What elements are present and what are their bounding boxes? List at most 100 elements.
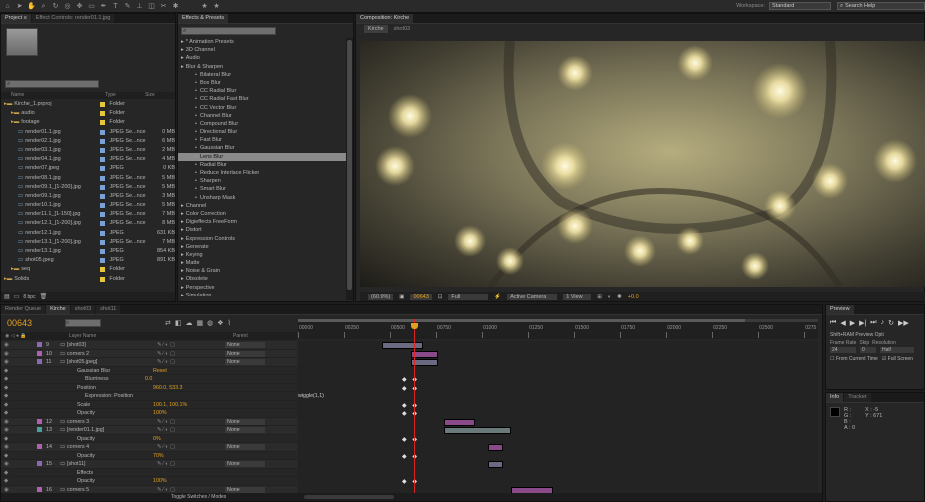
label-color[interactable] xyxy=(100,239,106,245)
interpret-icon[interactable]: ▤ xyxy=(4,293,10,300)
layer-label-color[interactable] xyxy=(37,418,42,424)
label-color[interactable] xyxy=(100,184,106,190)
disclosure-triangle-icon[interactable]: ▸ xyxy=(181,211,184,217)
label-color[interactable] xyxy=(100,138,106,144)
grid-icon[interactable]: ⊞ xyxy=(597,294,602,300)
effect-item[interactable]: ▪ Compound Blur xyxy=(178,120,346,128)
full-screen-checkbox[interactable]: ☑ Full Screen xyxy=(882,356,913,362)
property-value[interactable]: 100% xyxy=(153,477,213,486)
av-switches[interactable]: ◉ xyxy=(1,341,37,350)
layer-row[interactable]: ◉ 10 ▭ corners 2 ✎ ⁄ ◐ ▢ None xyxy=(1,349,297,359)
project-search-input[interactable]: ⌕ xyxy=(5,80,99,88)
frame-rate-select[interactable]: 24 xyxy=(830,347,856,353)
layer-duration-bar[interactable] xyxy=(443,427,512,434)
camera-tool-icon[interactable]: ◎ xyxy=(63,2,72,11)
camera-select[interactable]: Active Camera xyxy=(507,293,558,300)
folder-icon[interactable]: ▭ xyxy=(14,293,20,300)
label-color[interactable] xyxy=(100,258,106,264)
last-frame-icon[interactable]: ⏭ xyxy=(870,319,876,327)
av-switches[interactable]: ◆ xyxy=(1,409,37,418)
layer-duration-bar[interactable] xyxy=(382,342,423,349)
effect-item[interactable]: ▪ Smart Blur xyxy=(178,185,346,193)
disclosure-triangle-icon[interactable]: ▸ xyxy=(181,203,184,209)
brainstorm-icon[interactable]: ❖ xyxy=(217,319,223,327)
av-switches[interactable]: ◉ xyxy=(1,418,37,427)
layer-switches[interactable]: ✎ ⁄ ◐ ▢ xyxy=(157,418,225,427)
disclosure-triangle-icon[interactable]: ▸ xyxy=(181,227,184,233)
av-switches[interactable]: ◆ xyxy=(1,375,37,384)
composition-viewer[interactable] xyxy=(360,41,925,287)
hand-tool-icon[interactable]: ✋ xyxy=(27,2,36,11)
label-color[interactable] xyxy=(100,221,106,227)
skip-field[interactable]: 0 xyxy=(860,347,876,353)
property-row[interactable]: ◆ Blurriness 0.0 xyxy=(1,375,297,384)
parent-select[interactable]: None xyxy=(225,418,266,425)
toggle-switches-modes[interactable]: Toggle Switches / Modes xyxy=(171,494,226,500)
layer-switches[interactable]: ✎ ⁄ ◐ ▢ xyxy=(157,460,225,469)
project-item[interactable]: ▭ render13.1.jpg JPEG 854 KB xyxy=(1,247,175,256)
label-color[interactable] xyxy=(100,129,106,135)
time-ruler[interactable]: 00000 00250 00500 00750 01000 01250 01500 01750… xyxy=(298,319,818,339)
rotate-tool-icon[interactable]: ↻ xyxy=(51,2,60,11)
effect-item[interactable]: ▪ Reduce Interlace Flicker xyxy=(178,169,346,177)
layer-switches[interactable]: ✎ ⁄ ◐ ▢ xyxy=(157,350,225,359)
effect-category[interactable]: ▸ Channel xyxy=(178,202,346,210)
col-name[interactable]: Name xyxy=(1,92,105,99)
motion-blur-icon[interactable]: ◍ xyxy=(207,319,213,327)
type-tool-icon[interactable]: T xyxy=(111,2,120,11)
parent-select[interactable]: None xyxy=(225,350,266,357)
disclosure-triangle-icon[interactable]: ▸ xyxy=(181,219,184,225)
star-icon[interactable]: ★ xyxy=(212,2,221,11)
effect-item[interactable]: ▪ CC Radial Blur xyxy=(178,87,346,95)
effect-item[interactable]: ▪ Bilateral Blur xyxy=(178,71,346,79)
property-value[interactable]: 100.1, 100.1% xyxy=(153,401,213,410)
project-item[interactable]: ▭ render10.1.jpg JPEG Se...nce 5 MB xyxy=(1,201,175,210)
project-item[interactable]: ▭ render12.1.jpg JPEG 631 KB xyxy=(1,229,175,238)
star-icon[interactable]: ★ xyxy=(200,2,209,11)
disclosure-triangle-icon[interactable]: ▸ xyxy=(181,236,184,242)
breadcrumb-kirche[interactable]: Kirche xyxy=(364,25,388,33)
property-row[interactable]: ◆ Scale 100.1, 100.1% xyxy=(1,401,297,410)
layer-name[interactable]: corners 3 xyxy=(67,418,157,427)
disclosure-triangle-icon[interactable]: ▸ xyxy=(181,260,184,266)
layer-row[interactable]: ◉ 11 ▭ [shot05.jpeg] ✎ ⁄ ◐ ▢ None xyxy=(1,358,297,367)
tab-tracker[interactable]: Tracker xyxy=(844,393,871,402)
av-switches[interactable]: ◆ xyxy=(1,452,37,461)
parent-select[interactable]: None xyxy=(225,486,266,493)
project-item[interactable]: ▭ render09.1_[1-200].jpg JPEG Se...nce 5 MB xyxy=(1,183,175,192)
effect-category[interactable]: ▸ * Animation Presets xyxy=(178,38,346,46)
label-color[interactable] xyxy=(100,175,106,181)
layer-name[interactable]: [render01.1.jpg] xyxy=(67,426,157,435)
disclosure-triangle-icon[interactable]: ▸ xyxy=(181,285,184,291)
av-switches[interactable]: ◆ xyxy=(1,477,37,486)
current-time-display[interactable]: 00643 xyxy=(1,318,61,328)
effect-category[interactable]: ▸ Keying xyxy=(178,251,346,259)
resolution-select[interactable]: Half xyxy=(880,347,914,353)
property-row[interactable]: ◆ Opacity 100% xyxy=(1,409,297,418)
layer-name[interactable]: corners 4 xyxy=(67,443,157,452)
effect-item[interactable]: ▪ Sharpen xyxy=(178,177,346,185)
layer-name[interactable]: [shot05.jpeg] xyxy=(67,358,157,367)
tab-shot11[interactable]: shot11 xyxy=(96,305,121,314)
property-row[interactable]: ◆ Opacity 70% xyxy=(1,452,297,461)
project-item[interactable]: ▭ shot05.jpeg JPEG 891 KB xyxy=(1,256,175,265)
col-layer-name[interactable]: Layer Name xyxy=(69,332,233,340)
exposure-icon[interactable]: ✺ xyxy=(617,294,622,300)
pan-behind-tool-icon[interactable]: ✥ xyxy=(75,2,84,11)
layer-label-color[interactable] xyxy=(37,350,42,356)
project-item[interactable]: ▸▬ footage Folder xyxy=(1,118,175,127)
layer-switches[interactable]: ✎ ⁄ ◐ ▢ xyxy=(157,443,225,452)
property-value[interactable]: Reset xyxy=(153,367,213,376)
zoom-slider[interactable] xyxy=(304,495,395,499)
col-parent[interactable]: Parent xyxy=(233,332,248,340)
project-item[interactable]: ▭ render13.1_[1-200].jpg JPEG Se...nce 7 MB xyxy=(1,238,175,247)
effect-category[interactable]: ▸ Audio xyxy=(178,54,346,62)
search-help-field[interactable]: ⌕ Search Help xyxy=(837,2,925,10)
disclosure-triangle-icon[interactable]: ▸ xyxy=(181,293,184,296)
label-color[interactable] xyxy=(100,120,106,126)
av-switches[interactable]: ◆ xyxy=(1,392,37,401)
av-switches[interactable]: ◉ xyxy=(1,460,37,469)
effects-search-input[interactable]: ⌕ xyxy=(181,27,276,35)
property-row[interactable]: ◆ Effects xyxy=(1,469,297,477)
clone-tool-icon[interactable]: ⊥ xyxy=(135,2,144,11)
